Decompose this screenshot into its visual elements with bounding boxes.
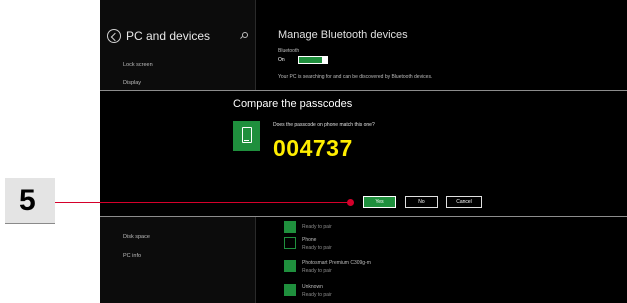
device-name: Phone <box>302 237 317 243</box>
sidebar-item-display[interactable]: Display <box>123 80 141 86</box>
cancel-button[interactable]: Cancel <box>446 196 482 208</box>
yes-button[interactable]: Yes <box>363 196 396 208</box>
back-arrow-icon[interactable] <box>107 29 121 43</box>
bluetooth-toggle[interactable] <box>298 56 328 64</box>
search-icon[interactable] <box>242 32 248 38</box>
step-number: 5 <box>19 184 36 217</box>
toggle-knob <box>322 56 327 64</box>
phone-icon <box>284 237 296 249</box>
page-title: Manage Bluetooth devices <box>278 29 408 41</box>
device-status: Ready to pair <box>302 224 332 230</box>
windows-screen: PC and devices Lock screen Display Disk … <box>100 0 627 303</box>
settings-title: PC and devices <box>126 29 211 43</box>
phone-tile <box>233 121 260 151</box>
device-name: Photosmart Premium C309g-m <box>302 260 371 266</box>
no-button[interactable]: No <box>405 196 438 208</box>
bluetooth-description: Your PC is searching for and can be disc… <box>278 74 433 80</box>
sidebar-item-pc-info[interactable]: PC info <box>123 253 141 259</box>
callout-line <box>55 202 350 204</box>
device-status: Ready to pair <box>302 268 332 274</box>
step-badge: 5 <box>5 178 55 224</box>
dialog-question: Does the passcode on phone match this on… <box>273 122 375 128</box>
bluetooth-state: On <box>278 57 285 63</box>
sidebar-item-disk-space[interactable]: Disk space <box>123 234 150 240</box>
device-icon <box>284 221 296 233</box>
bluetooth-label: Bluetooth <box>278 48 300 54</box>
sidebar-item-lock-screen[interactable]: Lock screen <box>123 62 153 68</box>
printer-icon <box>284 260 296 272</box>
passcode-value: 004737 <box>273 135 353 161</box>
unknown-device-icon <box>284 284 296 296</box>
passcode-dialog: Compare the passcodes Does the passcode … <box>100 90 627 217</box>
phone-icon <box>242 127 252 143</box>
device-name: Unknown <box>302 284 323 290</box>
callout-dot <box>347 199 354 206</box>
dialog-title: Compare the passcodes <box>233 98 353 110</box>
device-status: Ready to pair <box>302 245 332 251</box>
device-status: Ready to pair <box>302 292 332 298</box>
